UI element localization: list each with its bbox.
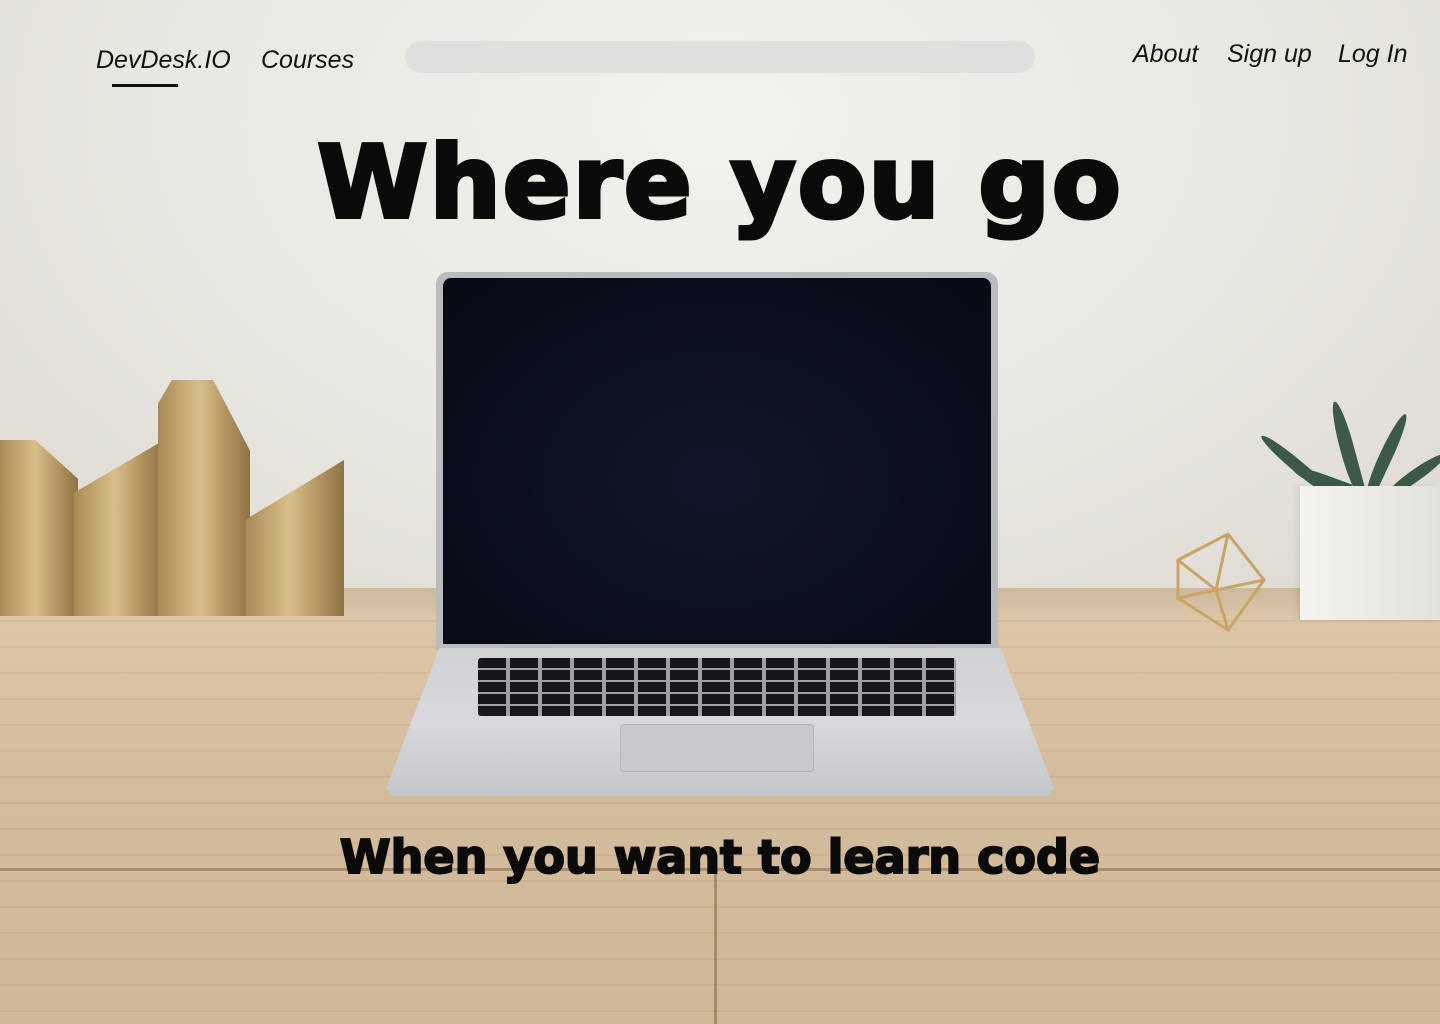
laptop-trackpad xyxy=(620,724,814,772)
nav-signup-link[interactable]: Sign up xyxy=(1227,40,1312,69)
hero-subtitle: When you want to learn code xyxy=(339,830,1101,884)
desk-plank-joint xyxy=(714,870,717,1024)
search-input[interactable] xyxy=(405,41,1035,73)
nav-courses-link[interactable]: Courses xyxy=(261,46,354,75)
geometric-ornament xyxy=(1176,532,1266,633)
laptop-keyboard xyxy=(478,658,956,716)
active-nav-indicator xyxy=(112,84,178,87)
laptop-screen xyxy=(443,278,991,644)
nav-login-link[interactable]: Log In xyxy=(1338,40,1408,69)
landing-page: DevDesk.IO Courses About Sign up Log In … xyxy=(0,0,1440,1024)
nav-about-link[interactable]: About xyxy=(1133,40,1198,69)
hero-title: Where you go xyxy=(315,124,1123,241)
nav-brand-link[interactable]: DevDesk.IO xyxy=(96,46,231,75)
plant-pot xyxy=(1300,486,1440,620)
